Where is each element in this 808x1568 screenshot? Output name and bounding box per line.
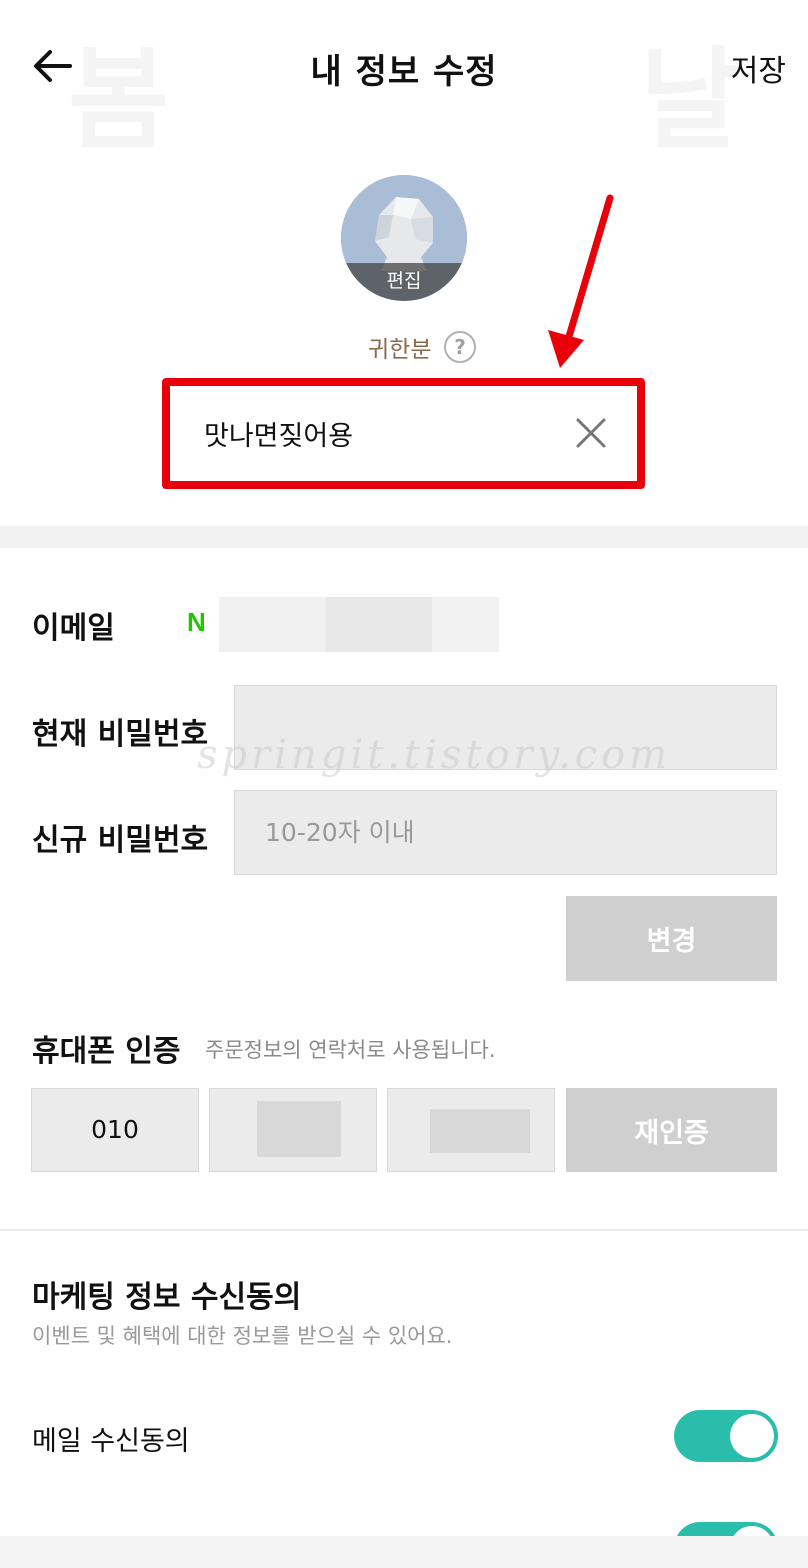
current-password-label: 현재 비밀번호 — [32, 717, 209, 752]
save-button[interactable]: 저장 — [731, 46, 786, 90]
help-icon[interactable]: ? — [444, 331, 476, 363]
section-divider-line — [0, 1229, 808, 1231]
marketing-consent-description: 이벤트 및 혜택에 대한 정보를 받으실 수 있어요. — [32, 1324, 453, 1348]
mail-consent-label: 메일 수신동의 — [32, 1426, 190, 1457]
section-divider — [0, 526, 808, 548]
watermark-text: springit.tistory.com — [197, 732, 672, 778]
page-title: 내 정보 수정 — [310, 52, 498, 92]
naver-logo-icon: N — [187, 607, 206, 637]
profile-avatar[interactable]: 편집 — [341, 175, 467, 301]
nickname-input[interactable] — [176, 392, 631, 475]
avatar-edit-label[interactable]: 편집 — [341, 263, 467, 301]
new-password-input[interactable] — [234, 790, 777, 875]
toggle-knob — [730, 1414, 774, 1458]
change-password-button[interactable]: 변경 — [566, 896, 777, 981]
phone-prefix-field[interactable]: 010 — [31, 1088, 199, 1172]
phone-last-field[interactable] — [387, 1088, 555, 1172]
header-bar: 내 정보 수정 저장 — [0, 0, 808, 135]
marketing-consent-title: 마케팅 정보 수신동의 — [32, 1280, 302, 1315]
new-password-label: 신규 비밀번호 — [32, 823, 209, 858]
bottom-bar — [0, 1536, 808, 1568]
red-arrow-icon — [548, 194, 614, 368]
mail-consent-toggle[interactable] — [674, 1410, 778, 1462]
phone-last-mask — [430, 1109, 530, 1153]
email-value-masked — [219, 597, 499, 652]
email-label: 이메일 — [32, 611, 115, 646]
nickname-level-label: 귀한분 — [368, 337, 432, 363]
reverify-button[interactable]: 재인증 — [566, 1088, 777, 1172]
phone-middle-field[interactable] — [209, 1088, 377, 1172]
phone-middle-mask — [257, 1101, 341, 1157]
phone-verify-label: 휴대폰 인증 — [32, 1034, 181, 1069]
close-icon[interactable] — [574, 416, 608, 450]
phone-verify-hint: 주문정보의 연락처로 사용됩니다. — [205, 1038, 496, 1062]
